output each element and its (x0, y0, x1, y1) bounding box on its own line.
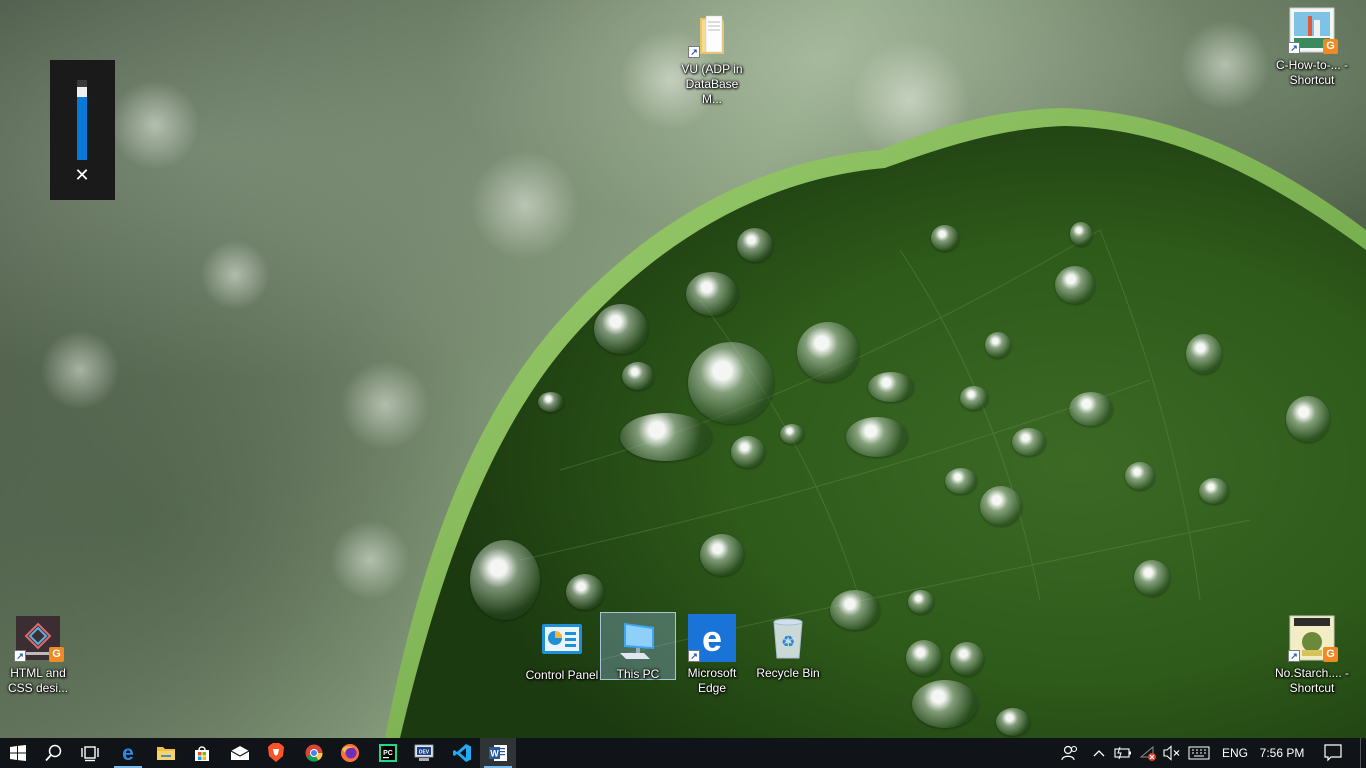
start-button[interactable] (0, 738, 36, 768)
pycharm-icon: PC (379, 744, 397, 762)
volume-slider[interactable] (77, 80, 87, 160)
desktop-icon-control-panel[interactable]: Control Panel (524, 614, 600, 683)
desktop-icon-microsoft-edge[interactable]: e ↗ Microsoft Edge (674, 612, 750, 696)
chrome-icon (305, 744, 323, 762)
wifi-disconnected-icon (1139, 745, 1156, 761)
volume-flyout: ✕ (50, 60, 115, 200)
taskbar-file-explorer[interactable] (148, 738, 184, 768)
svg-text:e: e (122, 743, 134, 763)
svg-text:PC: PC (383, 750, 393, 757)
folder-icon: ↗ (688, 10, 736, 58)
keyboard-icon (1188, 746, 1210, 760)
desktop-icon-recycle-bin[interactable]: ♻ Recycle Bin (750, 612, 826, 681)
desktop-icon-no-starch[interactable]: ↗ G No.Starch.... - Shortcut (1274, 612, 1350, 696)
system-clock[interactable]: 7:56 PM (1256, 738, 1308, 768)
svg-text:e: e (702, 618, 722, 659)
desktop-icon-label: HTML and CSS desi... (7, 666, 69, 695)
mute-icon[interactable]: ✕ (72, 164, 92, 186)
shortcut-arrow-icon: ↗ (688, 650, 700, 662)
volume-button[interactable] (1160, 738, 1184, 768)
task-view-icon (81, 746, 99, 762)
show-hidden-icons-button[interactable] (1088, 738, 1110, 768)
devcpp-icon: DEV (414, 744, 434, 761)
vscode-icon (453, 744, 471, 762)
mail-icon (230, 746, 250, 760)
language-indicator[interactable]: ENG (1220, 738, 1250, 768)
desktop-icon-label: Recycle Bin (756, 666, 820, 680)
desktop-icon-label: Control Panel (525, 668, 599, 682)
svg-text:♻: ♻ (781, 632, 795, 651)
taskbar-devcpp[interactable]: DEV (406, 738, 442, 768)
volume-level-fill (77, 97, 87, 160)
svg-text:DEV: DEV (419, 750, 430, 756)
desktop-icon-label: Microsoft Edge (687, 666, 737, 695)
notification-icon (1324, 744, 1342, 762)
word-icon: W (489, 745, 507, 761)
taskbar-mail[interactable] (222, 738, 258, 768)
g-badge-icon: G (1323, 647, 1338, 662)
desktop-icon-label: No.Starch.... - Shortcut (1274, 666, 1350, 695)
taskbar-chrome[interactable] (296, 738, 332, 768)
taskbar-firefox[interactable] (332, 738, 368, 768)
action-center-button[interactable] (1318, 738, 1348, 768)
svg-text:W: W (490, 749, 499, 759)
taskbar: e PC DEV W ENG 7:56 PM (0, 738, 1366, 768)
chevron-up-icon (1093, 750, 1105, 757)
firefox-icon (341, 744, 359, 762)
speaker-muted-icon (1163, 745, 1180, 761)
book-cover-icon: ↗ G (14, 614, 64, 662)
desktop-icon-vu-folder[interactable]: ↗ VU (ADP in DataBase M... (674, 8, 750, 107)
battery-icon (1114, 746, 1131, 760)
touch-keyboard-button[interactable] (1184, 738, 1214, 768)
windows-logo-icon (10, 745, 26, 761)
control-panel-icon (538, 616, 586, 664)
edge-icon: e (122, 743, 134, 763)
taskbar-vscode[interactable] (444, 738, 480, 768)
store-icon (195, 746, 209, 761)
search-button[interactable] (36, 738, 72, 768)
people-button[interactable] (1054, 738, 1086, 768)
people-icon (1061, 745, 1078, 761)
show-desktop-button[interactable] (1360, 738, 1366, 768)
brave-icon (268, 743, 284, 762)
search-icon (45, 744, 62, 762)
desktop-icon-label: C-How-to-... - Shortcut (1276, 58, 1348, 87)
shortcut-arrow-icon: ↗ (14, 650, 26, 662)
g-badge-icon: G (1323, 39, 1338, 54)
g-badge-icon: G (49, 647, 64, 662)
taskbar-word[interactable]: W (480, 738, 516, 768)
file-explorer-icon (157, 747, 175, 760)
taskbar-pycharm[interactable]: PC (370, 738, 406, 768)
taskbar-brave[interactable] (258, 738, 294, 768)
task-view-button[interactable] (72, 738, 108, 768)
recycle-bin-icon: ♻ (764, 614, 812, 662)
desktop-icon-html-css[interactable]: ↗ G HTML and CSS desi... (0, 612, 76, 696)
book-cover-icon: ↗ G (1288, 6, 1338, 54)
desktop-icon-c-how-to[interactable]: ↗ G C-How-to-... - Shortcut (1274, 4, 1350, 88)
battery-button[interactable] (1110, 738, 1136, 768)
taskbar-edge[interactable]: e (110, 738, 146, 768)
taskbar-store[interactable] (184, 738, 220, 768)
volume-slider-thumb[interactable] (77, 87, 87, 97)
shortcut-arrow-icon: ↗ (688, 46, 700, 58)
book-cover-icon: ↗ G (1288, 614, 1338, 662)
shortcut-arrow-icon: ↗ (1288, 650, 1300, 662)
desktop-icon-this-pc[interactable]: This PC (600, 612, 676, 681)
computer-icon (614, 615, 662, 663)
network-button[interactable] (1136, 738, 1160, 768)
shortcut-arrow-icon: ↗ (1288, 42, 1300, 54)
desktop-icon-label: VU (ADP in DataBase M... (681, 62, 743, 106)
desktop-icon-label: This PC (616, 667, 660, 681)
edge-icon: e ↗ (688, 614, 736, 662)
